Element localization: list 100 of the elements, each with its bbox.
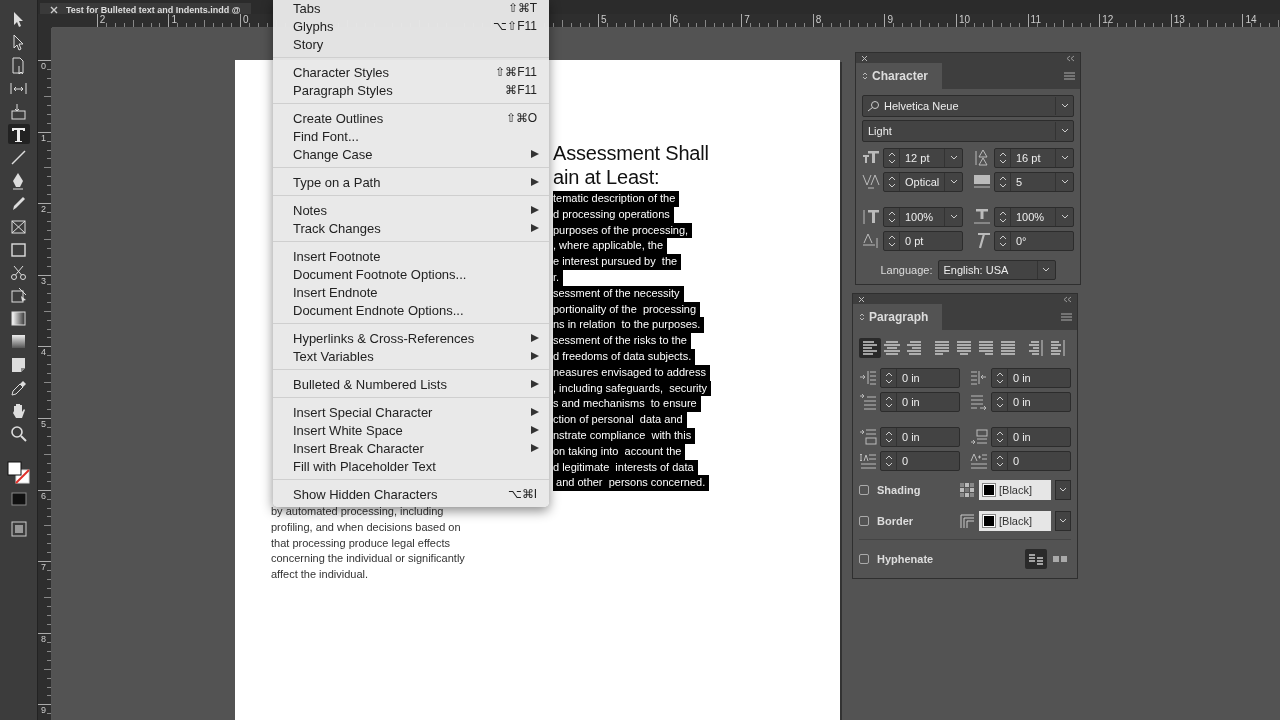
number-field[interactable]: 0 pt xyxy=(883,231,963,251)
collapse-icon[interactable] xyxy=(1063,295,1072,303)
screen-mode-icon[interactable] xyxy=(9,520,28,538)
swatch-dropdown[interactable]: [Black] xyxy=(979,480,1051,500)
menu-item[interactable]: Bulleted & Numbered Lists xyxy=(273,375,549,393)
number-field[interactable]: 16 pt xyxy=(994,148,1074,168)
swatch-icon[interactable] xyxy=(9,491,28,507)
menu-item[interactable]: Change Case xyxy=(273,145,549,163)
composer-button[interactable] xyxy=(1025,549,1047,569)
checkbox[interactable] xyxy=(859,516,869,526)
right-indent-icon xyxy=(970,369,988,387)
menu-item[interactable]: Document Endnote Options... xyxy=(273,301,549,319)
menu-item[interactable]: Document Footnote Options... xyxy=(273,265,549,283)
alignment-button[interactable] xyxy=(859,338,881,358)
zoom-icon[interactable] xyxy=(9,423,28,443)
gradient-swatch-icon[interactable] xyxy=(9,308,28,328)
number-field[interactable]: 100% xyxy=(994,207,1074,227)
stepper-icon[interactable] xyxy=(998,175,1007,189)
kerning-icon xyxy=(862,173,880,191)
dropdown-caret-icon[interactable] xyxy=(949,179,958,185)
number-field[interactable]: 0 in xyxy=(880,368,960,388)
font-family-field[interactable]: Helvetica Neue xyxy=(862,95,1074,117)
dropdown-caret-icon[interactable] xyxy=(949,214,958,220)
align-toward-spine-icon xyxy=(1027,339,1045,357)
menu-item[interactable]: Story xyxy=(273,35,549,53)
content-collector-icon[interactable] xyxy=(9,101,28,121)
stepper-icon[interactable] xyxy=(995,395,1004,409)
number-field[interactable]: Optical xyxy=(883,172,963,192)
stepper-icon[interactable] xyxy=(995,454,1004,468)
close-icon[interactable] xyxy=(858,295,865,303)
dropdown-caret-icon[interactable] xyxy=(1042,267,1050,273)
alignment-button[interactable] xyxy=(881,338,903,358)
menu-item[interactable]: Insert Special Character xyxy=(273,403,549,421)
number-field[interactable]: 0 in xyxy=(991,427,1071,447)
dropdown-caret-icon[interactable] xyxy=(1059,487,1067,493)
free-transform-icon[interactable] xyxy=(9,285,28,305)
first-line-indent-icon xyxy=(859,393,877,411)
menu-item[interactable]: Text Variables xyxy=(273,347,549,365)
number-field[interactable]: 100% xyxy=(883,207,963,227)
checkbox[interactable] xyxy=(859,485,869,495)
dropdown-caret-icon[interactable] xyxy=(1060,214,1069,220)
dropdown-caret-icon[interactable] xyxy=(1060,155,1069,161)
number-field[interactable]: 0 in xyxy=(880,392,960,412)
menu-item[interactable]: Notes xyxy=(273,201,549,219)
stepper-icon[interactable] xyxy=(884,430,893,444)
swatch-dropdown[interactable]: [Black] xyxy=(979,511,1051,531)
heading-line: Assessment Shall xyxy=(553,142,710,166)
menu-item[interactable]: Insert Endnote xyxy=(273,283,549,301)
number-field[interactable]: 0 xyxy=(991,451,1071,471)
dropdown-caret-icon[interactable] xyxy=(1059,518,1067,524)
fill-stroke-icon[interactable] xyxy=(5,460,32,484)
menu-item[interactable]: Insert Footnote xyxy=(273,247,549,265)
language-dropdown[interactable]: English: USA xyxy=(937,260,1056,280)
menu-item[interactable]: Character Styles ⇧⌘F11 xyxy=(273,63,549,81)
menu-item[interactable]: Create Outlines ⇧⌘O xyxy=(273,109,549,127)
number-field[interactable]: 12 pt xyxy=(883,148,963,168)
stepper-icon[interactable] xyxy=(998,151,1007,165)
stepper-icon[interactable] xyxy=(995,371,1004,385)
option-label: Shading xyxy=(877,484,922,496)
number-field[interactable]: 0° xyxy=(994,231,1074,251)
menu-item[interactable]: Paragraph Styles ⌘F11 xyxy=(273,81,549,99)
menu-item[interactable]: Glyphs ⌥⇧F11 xyxy=(273,17,549,35)
number-field[interactable]: 0 in xyxy=(991,368,1071,388)
menu-item[interactable]: Find Font... xyxy=(273,127,549,145)
stepper-icon[interactable] xyxy=(884,454,893,468)
stepper-icon[interactable] xyxy=(887,210,896,224)
stepper-icon[interactable] xyxy=(998,210,1007,224)
menu-item[interactable]: Hyperlinks & Cross-References xyxy=(273,329,549,347)
number-field[interactable]: 0 in xyxy=(991,392,1071,412)
dropdown-caret-icon[interactable] xyxy=(1060,128,1069,134)
menu-item[interactable]: Show Hidden Characters ⌥⌘I xyxy=(273,485,549,503)
stepper-icon[interactable] xyxy=(887,151,896,165)
stepper-icon[interactable] xyxy=(887,234,896,248)
dropdown-caret-icon[interactable] xyxy=(949,155,958,161)
number-field[interactable]: 0 xyxy=(880,451,960,471)
dropdown-caret-icon[interactable] xyxy=(1060,179,1069,185)
menu-item[interactable]: Type on a Path xyxy=(273,173,549,191)
menu-item[interactable]: Tabs ⇧⌘T xyxy=(273,0,549,17)
justify-center-icon xyxy=(955,339,973,357)
last-line-indent-icon xyxy=(970,393,988,411)
stepper-icon[interactable] xyxy=(887,175,896,189)
close-icon[interactable] xyxy=(50,6,58,14)
close-icon[interactable] xyxy=(861,54,868,62)
menu-item[interactable]: Insert Break Character xyxy=(273,439,549,457)
font-style-field[interactable]: Light xyxy=(862,120,1074,142)
body-text-line: that processing produce legal effects xyxy=(271,535,451,551)
justify-all-icon xyxy=(999,339,1017,357)
menu-item[interactable]: Fill with Placeholder Text xyxy=(273,457,549,475)
dropdown-caret-icon[interactable] xyxy=(1060,103,1069,109)
menu-item[interactable]: Insert White Space xyxy=(273,421,549,439)
stepper-icon[interactable] xyxy=(995,430,1004,444)
number-field[interactable]: 0 in xyxy=(880,427,960,447)
align-right-icon xyxy=(905,339,923,357)
stepper-icon[interactable] xyxy=(884,371,893,385)
checkbox[interactable] xyxy=(859,554,869,564)
menu-item[interactable]: Track Changes xyxy=(273,219,549,237)
number-field[interactable]: 5 xyxy=(994,172,1074,192)
stepper-icon[interactable] xyxy=(998,234,1007,248)
collapse-icon[interactable] xyxy=(1066,54,1075,62)
stepper-icon[interactable] xyxy=(884,395,893,409)
